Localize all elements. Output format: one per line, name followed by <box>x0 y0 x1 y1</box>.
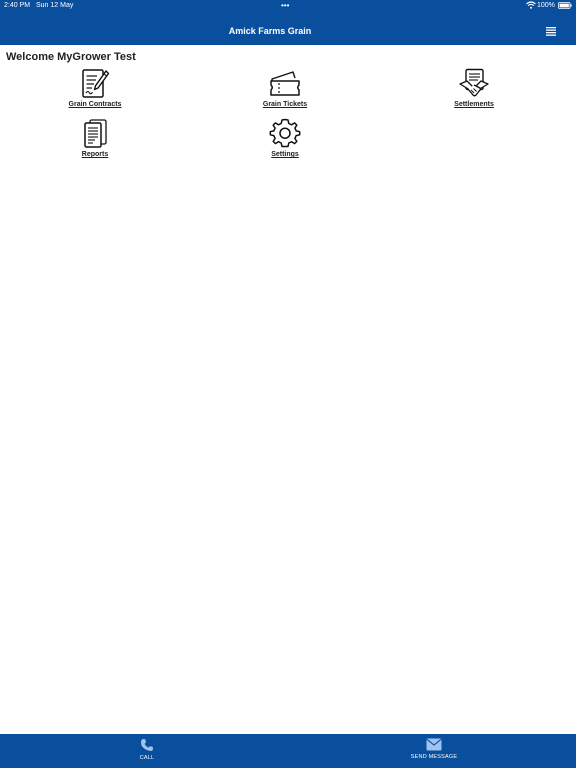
send-message-label: SEND MESSAGE <box>410 754 458 760</box>
report-documents-icon <box>84 119 107 148</box>
app-title: Amick Farms Grain <box>228 26 312 36</box>
handshake-document-icon <box>459 68 489 97</box>
contract-document-icon <box>82 69 110 98</box>
hamburger-menu-icon[interactable] <box>545 26 559 37</box>
battery-percent: 100% <box>537 2 555 9</box>
tile-settlements[interactable]: Settlements <box>404 68 544 116</box>
call-button[interactable]: CALL <box>87 738 207 766</box>
tile-grain-tickets[interactable]: Grain Tickets <box>215 68 355 116</box>
tile-grain-contracts[interactable]: Grain Contracts <box>25 68 165 116</box>
tile-label: Grain Contracts <box>68 101 122 108</box>
bottom-action-bar: CALL SEND MESSAGE <box>0 734 576 768</box>
battery-icon <box>558 2 572 9</box>
send-message-button[interactable]: SEND MESSAGE <box>374 738 494 766</box>
call-label: CALL <box>139 755 155 761</box>
welcome-heading: Welcome MyGrower Test <box>6 51 136 63</box>
tile-label: Reports <box>81 151 109 158</box>
tile-settings[interactable]: Settings <box>215 118 355 166</box>
top-app-bar: 2:40 PM Sun 12 May ••• 100% Amick Farms … <box>0 0 576 45</box>
ticket-icon <box>270 71 300 96</box>
tile-label: Grain Tickets <box>262 101 308 108</box>
status-date: Sun 12 May <box>36 2 74 9</box>
wifi-icon <box>526 1 536 9</box>
tile-reports[interactable]: Reports <box>25 118 165 166</box>
tile-label: Settings <box>271 151 299 158</box>
status-time: 2:40 PM <box>4 2 31 9</box>
tile-label: Settlements <box>454 101 494 108</box>
gear-icon <box>269 118 301 148</box>
envelope-icon <box>426 738 442 751</box>
phone-icon <box>140 739 153 751</box>
multitasking-dots[interactable]: ••• <box>281 1 289 10</box>
status-bar: 2:40 PM Sun 12 May ••• 100% <box>0 0 576 12</box>
